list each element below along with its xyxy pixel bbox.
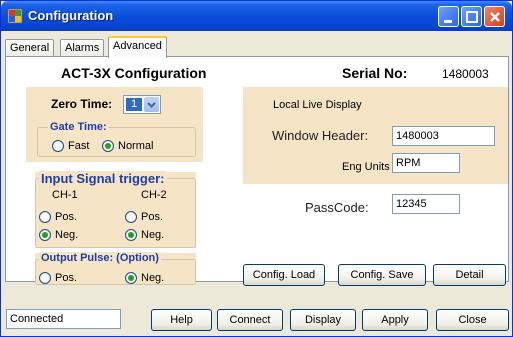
live-display-label: Local Live Display [273,99,362,111]
eng-units-input[interactable]: RPM [392,153,460,173]
chevron-down-icon[interactable] [144,97,159,112]
title-bar[interactable]: Configuration [1,1,512,31]
serial-value: 1480003 [442,67,489,81]
close-button[interactable]: Close [436,309,509,331]
window-title: Configuration [28,8,114,23]
radio-off-icon [52,140,64,152]
passcode-label: PassCode: [305,200,369,215]
radio-on-icon [102,140,114,152]
detail-button[interactable]: Detail [433,264,506,286]
ch1-label: CH-1 [52,189,78,201]
radio-off-icon [39,211,51,223]
config-load-button[interactable]: Config. Load [243,264,325,286]
zero-time-value: 1 [126,98,142,111]
apply-button[interactable]: Apply [362,309,428,331]
gate-time-label: Gate Time: [48,121,109,133]
display-button[interactable]: Display [290,309,356,331]
radio-off-icon [39,272,51,284]
passcode-input[interactable]: 12345 [392,194,460,214]
eng-units-label: Eng Units [342,161,390,173]
tab-alarms[interactable]: Alarms [60,39,105,57]
connect-button[interactable]: Connect [217,309,283,331]
config-save-button[interactable]: Config. Save [338,264,426,286]
zero-time-select[interactable]: 1 [123,95,161,114]
serial-label: Serial No: [342,65,408,81]
ch1-pos-label: Pos. [55,211,78,223]
app-icon [7,8,23,24]
status-field: Connected [6,309,121,329]
minimize-icon[interactable] [438,6,459,27]
configuration-window: Configuration General Alarms Advanced AC… [0,0,513,337]
gate-time-normal-label: Normal [118,140,154,152]
tab-advanced[interactable]: Advanced [108,36,167,58]
config-title: ACT-3X Configuration [61,65,207,81]
radio-on-icon [39,229,51,241]
gate-time-fast-label: Fast [68,140,90,152]
radio-off-icon [125,211,137,223]
close-icon[interactable] [484,6,505,27]
window-header-label: Window Header: [272,128,369,143]
output-pulse-neg-label: Neg. [141,272,165,284]
maximize-icon[interactable] [461,6,482,27]
radio-on-icon [125,229,137,241]
window-header-input[interactable]: 1480003 [392,126,495,146]
ch2-label: CH-2 [141,189,167,201]
zero-time-label: Zero Time: [51,97,113,111]
output-pulse-label: Output Pulse: (Option) [39,252,161,264]
output-pulse-pos-label: Pos. [55,272,78,284]
ch2-neg-label: Neg. [141,229,165,241]
radio-on-icon [125,272,137,284]
tab-general[interactable]: General [5,39,55,57]
help-button[interactable]: Help [151,309,212,331]
ch2-pos-label: Pos. [141,211,164,223]
ch1-neg-label: Neg. [55,229,79,241]
input-trigger-label: Input Signal trigger: [39,171,167,186]
